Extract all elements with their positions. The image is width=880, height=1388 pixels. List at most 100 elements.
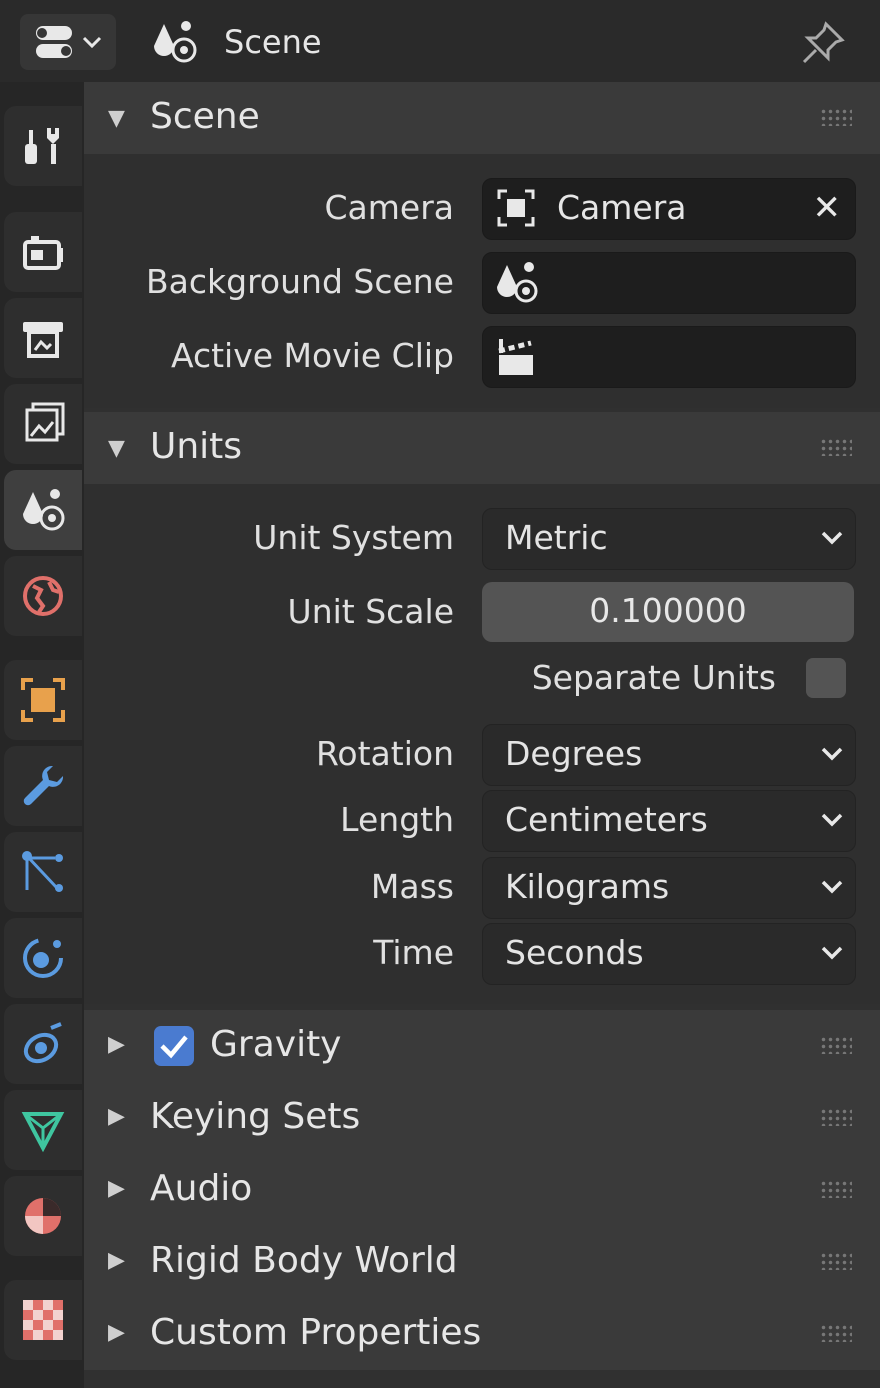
editor-type-button[interactable] [20,14,116,70]
expand-arrow-icon: ▶ [108,1104,125,1129]
audio-label: Audio [150,1168,253,1209]
drag-handle-icon[interactable] [820,1324,852,1342]
chevron-down-icon [821,946,843,960]
close-icon[interactable]: ✕ [813,187,842,229]
chevron-down-icon [821,813,843,827]
rotation-dropdown[interactable]: Degrees [482,724,856,786]
background-scene-field[interactable] [482,252,856,314]
time-label: Time [373,933,454,972]
units-panel-header[interactable]: ▼ Units [84,412,880,484]
material-icon [25,1198,61,1234]
time-dropdown[interactable]: Seconds [482,923,856,985]
rigid-body-world-panel-header[interactable]: ▶ Rigid Body World [84,1226,880,1298]
tab-output[interactable] [4,298,82,378]
background-scene-label: Background Scene [146,262,454,301]
properties-header: Scene [0,0,880,82]
mesh-data-icon [21,1112,65,1153]
drag-handle-icon[interactable] [820,1180,852,1198]
separate-units-checkbox[interactable] [806,658,846,698]
properties-main-area: ▼ Scene Camera Camera ✕ Background Scene… [84,82,880,1388]
unit-scale-value: 0.100000 [589,591,747,630]
render-icon [23,236,63,270]
tab-particles[interactable] [4,832,82,912]
scene-panel-title: Scene [150,96,260,137]
world-icon [23,576,63,616]
length-label: Length [340,800,454,839]
checkmark-icon [160,1035,188,1059]
properties-tab-sidebar [0,82,84,1388]
drag-handle-icon[interactable] [820,1252,852,1270]
time-value: Seconds [505,933,644,972]
drag-handle-icon[interactable] [820,108,852,126]
tab-world[interactable] [4,556,82,636]
tab-material[interactable] [4,1176,82,1256]
tab-constraints[interactable] [4,1004,82,1084]
keying-sets-label: Keying Sets [150,1096,361,1137]
chevron-down-icon [821,531,843,545]
active-movie-clip-field[interactable] [482,326,856,388]
header-title: Scene [224,23,322,61]
mass-value: Kilograms [505,867,670,906]
units-panel-body: Unit System Metric Unit Scale 0.100000 S… [84,484,880,1004]
drag-handle-icon[interactable] [820,1036,852,1054]
unit-system-value: Metric [505,518,608,557]
tab-texture[interactable] [4,1280,82,1360]
wrench-icon [23,765,64,806]
unit-scale-label: Unit Scale [287,592,454,631]
tab-tool[interactable] [4,106,82,186]
chevron-down-icon [821,747,843,761]
pin-icon[interactable] [798,18,848,68]
physics-icon [23,938,63,978]
tab-physics[interactable] [4,918,82,998]
rigid-body-world-label: Rigid Body World [150,1240,458,1281]
keying-sets-panel-header[interactable]: ▶ Keying Sets [84,1082,880,1154]
mass-dropdown[interactable]: Kilograms [482,857,856,919]
gravity-label: Gravity [210,1024,342,1065]
movie-clip-icon [498,339,533,375]
particles-icon [22,851,63,892]
camera-label: Camera [324,188,454,227]
units-panel-title: Units [150,426,243,467]
scene-icon [154,21,197,63]
camera-object-icon [497,189,535,227]
chevron-down-icon [821,880,843,894]
view-layer-icon [25,402,65,442]
collapse-arrow-icon: ▼ [108,106,125,131]
drag-handle-icon[interactable] [820,438,852,456]
length-value: Centimeters [505,800,708,839]
gravity-panel-header[interactable]: ▶ Gravity [84,1010,880,1082]
properties-editor-icon [36,26,102,58]
scene-icon [497,262,538,303]
unit-scale-field[interactable]: 0.100000 [482,582,854,642]
expand-arrow-icon: ▶ [108,1176,125,1201]
tab-object[interactable] [4,660,82,740]
tab-scene[interactable] [4,470,82,550]
tab-view-layer[interactable] [4,384,82,464]
unit-system-dropdown[interactable]: Metric [482,508,856,570]
separate-units-label: Separate Units [531,658,776,697]
active-movie-clip-label: Active Movie Clip [170,336,454,375]
object-icon [21,678,65,722]
drag-handle-icon[interactable] [820,1108,852,1126]
mass-label: Mass [370,867,454,906]
tool-icon [25,128,59,164]
expand-arrow-icon: ▶ [108,1248,125,1273]
rotation-label: Rotation [315,734,454,773]
tab-object-data[interactable] [4,1090,82,1170]
camera-value: Camera [557,188,687,227]
output-icon [23,322,63,358]
tab-modifiers[interactable] [4,746,82,826]
gravity-checkbox[interactable] [154,1026,194,1066]
audio-panel-header[interactable]: ▶ Audio [84,1154,880,1226]
tab-render[interactable] [4,212,82,292]
expand-arrow-icon: ▶ [108,1320,125,1345]
unit-system-label: Unit System [253,518,454,557]
length-dropdown[interactable]: Centimeters [482,790,856,852]
rotation-value: Degrees [505,734,643,773]
camera-field[interactable]: Camera ✕ [482,178,856,240]
scene-panel-header[interactable]: ▼ Scene [84,82,880,154]
custom-properties-panel-header[interactable]: ▶ Custom Properties [84,1298,880,1370]
scene-panel-body: Camera Camera ✕ Background Scene Active … [84,154,880,408]
constraints-icon [23,1022,62,1064]
scene-icon [23,489,65,531]
